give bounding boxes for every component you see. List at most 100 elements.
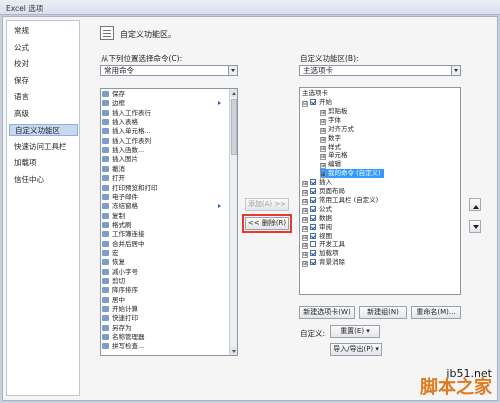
list-item[interactable]: 冻结窗格: [102, 202, 221, 211]
import-export-button[interactable]: 导入/导出(P) ▾: [330, 343, 382, 356]
ribbon-tree[interactable]: 主选项卡 ⊟ 开始 ⊞ 剪贴板 ⊞ 字体 ⊞ 对齐方式 ⊞ 数字 ⊞ 样式 ⊞ 单元格 ⊞ 编辑 ⊞ 我的命令 (…: [299, 87, 461, 295]
new-tab-button[interactable]: 新建选项卡(W): [299, 306, 355, 319]
list-item[interactable]: 格式刷: [102, 221, 132, 230]
new-group-button[interactable]: 新建组(N): [359, 306, 407, 319]
move-up-button[interactable]: [469, 198, 481, 211]
tree-node[interactable]: ⊟ 开始: [302, 98, 332, 107]
tab-checkbox[interactable]: [310, 223, 316, 230]
expand-toggle-icon[interactable]: ⊟: [302, 101, 308, 107]
nav-item[interactable]: 自定义功能区: [9, 124, 78, 136]
rename-button[interactable]: 重命名(M)...: [411, 306, 461, 319]
list-item[interactable]: 插入图片: [102, 156, 138, 164]
list-item[interactable]: 居中: [102, 296, 125, 305]
expand-toggle-icon[interactable]: ⊞: [302, 261, 308, 268]
tree-node[interactable]: ⊞ 我的命令 (自定义): [320, 169, 384, 179]
add-button[interactable]: 添加(A) >>: [245, 198, 289, 211]
list-item[interactable]: 插入单元格...: [102, 128, 151, 136]
tree-node[interactable]: ⊞ 编辑: [320, 160, 341, 170]
tree-node[interactable]: ⊞ 数据: [302, 214, 332, 223]
tab-checkbox[interactable]: [310, 99, 316, 105]
tree-node-label: 加载项: [319, 249, 339, 258]
command-label: 开始计算: [112, 305, 138, 314]
ribbon-tabs-combo[interactable]: 主选项卡: [299, 65, 461, 76]
tree-node[interactable]: ⊞ 加载项: [302, 249, 339, 259]
list-item[interactable]: 复制: [102, 212, 125, 221]
customizations-label: 自定义:: [300, 329, 326, 338]
list-item[interactable]: 保存: [102, 90, 125, 99]
tree-node[interactable]: ⊞ 样式: [320, 143, 341, 152]
list-item[interactable]: 插入表格: [102, 118, 138, 127]
tree-node[interactable]: ⊞ 背景消除: [302, 258, 345, 268]
tab-checkbox[interactable]: [310, 188, 316, 194]
tree-node[interactable]: ⊞ 数字: [320, 134, 341, 143]
list-item[interactable]: 电子邮件: [102, 193, 138, 202]
command-icon: [102, 193, 109, 200]
tab-checkbox[interactable]: [310, 214, 316, 221]
tree-node[interactable]: ⊞ 单元格: [320, 151, 348, 161]
nav-item[interactable]: 语言: [9, 91, 78, 103]
choose-commands-combo[interactable]: 常用命令: [100, 65, 238, 76]
move-down-button[interactable]: [469, 220, 481, 233]
list-item[interactable]: 另存为: [102, 324, 132, 333]
list-item[interactable]: 打开: [102, 174, 125, 183]
list-item[interactable]: 剪切: [102, 277, 125, 286]
commands-list[interactable]: 保存 边框 插入工作表行 插入表格 插入单元格... 插入工作表列 插入函数... 插入图片撤…: [100, 88, 238, 356]
list-item[interactable]: 插入工作表行: [102, 109, 151, 118]
reset-button[interactable]: 重置(E) ▾: [330, 325, 380, 338]
nav-item[interactable]: 校对: [9, 58, 78, 70]
nav-item[interactable]: 高级: [9, 108, 78, 120]
nav-item[interactable]: 快速访问工具栏: [9, 141, 78, 153]
tree-node[interactable]: ⊞ 常用工具栏 (自定义): [302, 196, 378, 205]
command-label: 减小字号: [112, 267, 138, 276]
title-bar: Excel 选项: [0, 0, 500, 15]
nav-item[interactable]: 公式: [9, 42, 78, 54]
tree-node[interactable]: ⊞ 字体: [320, 116, 341, 125]
list-item[interactable]: 名称管理器: [102, 333, 145, 342]
remove-button[interactable]: << 删除(R): [242, 214, 292, 233]
list-item[interactable]: 宏: [102, 249, 119, 258]
tree-node[interactable]: ⊞ 页面布局: [302, 187, 345, 196]
tab-checkbox[interactable]: [310, 179, 316, 186]
list-item[interactable]: 降序排序: [102, 287, 138, 295]
list-item[interactable]: 工作簿连接: [102, 231, 145, 239]
scroll-down-icon[interactable]: [230, 347, 237, 355]
tab-checkbox[interactable]: [310, 232, 316, 239]
list-item[interactable]: 开始计算: [102, 305, 138, 314]
tree-node[interactable]: ⊞ 视图: [302, 232, 332, 241]
submenu-arrow-icon: [218, 204, 223, 209]
list-item[interactable]: 边框: [102, 100, 221, 108]
tab-checkbox[interactable]: [310, 196, 316, 203]
list-item[interactable]: 合并后居中: [102, 240, 145, 249]
chevron-down-icon[interactable]: [451, 66, 460, 75]
list-item[interactable]: 打印预览和打印: [102, 184, 158, 193]
list-item[interactable]: 撤消: [102, 165, 125, 174]
scroll-thumb[interactable]: [231, 99, 237, 155]
scroll-up-icon[interactable]: [230, 89, 237, 97]
tab-checkbox[interactable]: [310, 259, 316, 266]
tree-node[interactable]: ⊞ 审阅: [302, 223, 332, 232]
page-title: 自定义功能区。: [120, 30, 176, 39]
nav-item[interactable]: 常规: [9, 25, 78, 37]
tree-node[interactable]: ⊞ 插入: [302, 178, 332, 188]
list-item[interactable]: 拼写检查...: [102, 343, 144, 351]
tree-node[interactable]: ⊞ 公式: [302, 205, 332, 214]
list-item[interactable]: 插入工作表列: [102, 137, 151, 146]
list-item[interactable]: 恢复: [102, 259, 125, 267]
tree-node[interactable]: ⊞ 剪贴板: [320, 107, 348, 116]
list-item[interactable]: 减小字号: [102, 267, 138, 277]
list-item[interactable]: 快速打印: [102, 315, 138, 323]
command-label: 冻结窗格: [112, 202, 138, 211]
command-icon: [102, 165, 109, 172]
chevron-down-icon[interactable]: [228, 66, 237, 75]
list-item[interactable]: 插入函数...: [102, 146, 144, 155]
nav-item[interactable]: 信任中心: [9, 174, 78, 186]
tree-node[interactable]: ⊞ 对齐方式: [320, 125, 354, 134]
nav-item[interactable]: 加载项: [9, 157, 78, 169]
tree-node-label: 审阅: [319, 222, 332, 231]
tree-node[interactable]: ⊞ 开发工具: [302, 240, 345, 250]
commands-scrollbar[interactable]: [229, 89, 237, 355]
tab-checkbox[interactable]: [310, 241, 316, 248]
tab-checkbox[interactable]: [310, 250, 316, 257]
tab-checkbox[interactable]: [310, 205, 316, 212]
nav-item[interactable]: 保存: [9, 75, 78, 87]
